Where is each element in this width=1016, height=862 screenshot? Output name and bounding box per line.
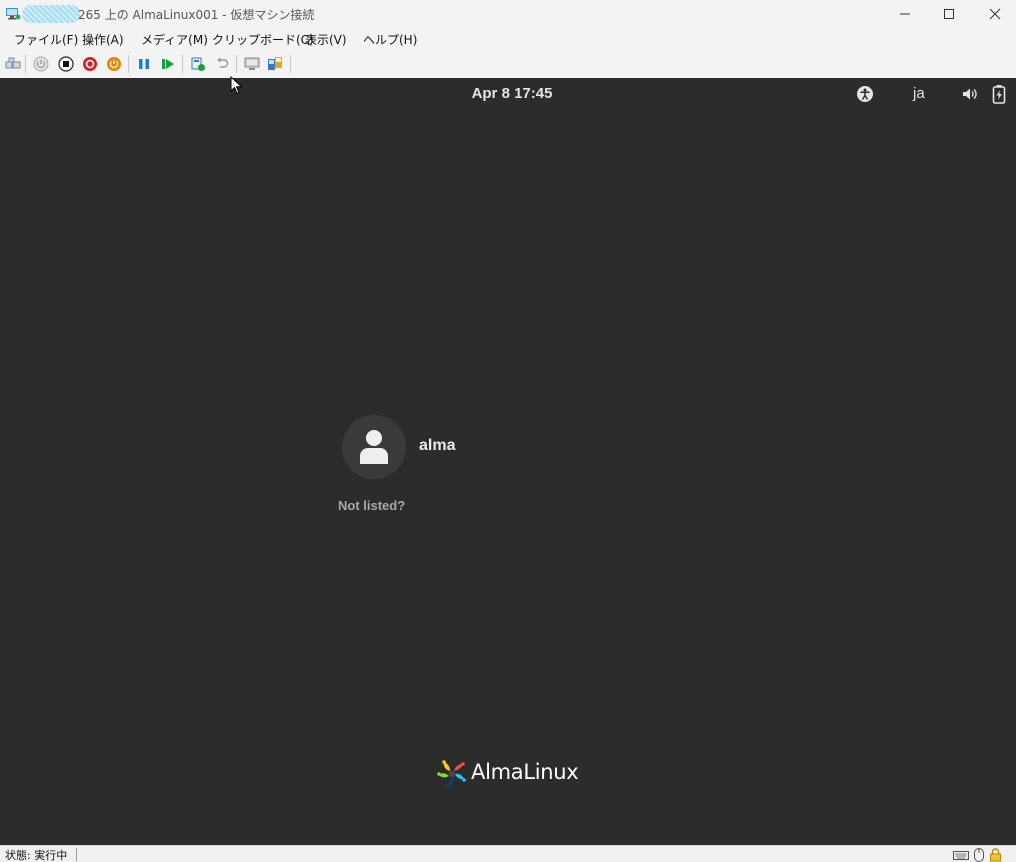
basic-session-icon[interactable] (266, 55, 284, 73)
redacted-host-name (22, 5, 80, 23)
toolbar-separator (25, 55, 26, 73)
accessibility-icon[interactable] (856, 85, 874, 107)
vm-status-text: 状態: 実行中 (5, 849, 68, 862)
enhanced-session-icon[interactable] (243, 55, 261, 73)
status-separator (76, 848, 77, 861)
shut-down-icon[interactable] (81, 55, 99, 73)
minimize-icon (900, 13, 910, 15)
not-listed-link[interactable]: Not listed? (338, 498, 405, 513)
vm-screen[interactable]: Apr 8 17:45 ja alma Not listed? AlmaLinu… (0, 78, 1016, 845)
maximize-button[interactable] (926, 0, 972, 28)
ctrl-alt-del-icon[interactable] (4, 55, 22, 73)
start-icon[interactable] (32, 55, 50, 73)
menu-clipboard[interactable]: クリップボード(C) (212, 31, 314, 48)
gnome-top-bar: Apr 8 17:45 ja (0, 78, 1016, 110)
toolbar-separator (128, 55, 129, 73)
window-title: 265 上の AlmaLinux001 - 仮想マシン接続 (78, 8, 315, 22)
keyboard-language-indicator[interactable]: ja (913, 85, 925, 102)
revert-icon[interactable] (213, 55, 231, 73)
save-state-icon[interactable] (105, 55, 123, 73)
user-avatar[interactable] (342, 415, 406, 479)
menu-action[interactable]: 操作(A) (82, 31, 124, 48)
title-bar: 265 上の AlmaLinux001 - 仮想マシン接続 (0, 0, 1016, 28)
mouse-pointer-icon (230, 75, 244, 100)
resume-icon[interactable] (159, 55, 177, 73)
toolbar-separator (290, 55, 291, 73)
pause-icon[interactable] (135, 55, 153, 73)
almalinux-logo-icon (436, 758, 468, 790)
menu-help[interactable]: ヘルプ(H) (363, 31, 417, 48)
status-bar: 状態: 実行中 (0, 845, 1016, 862)
user-name[interactable]: alma (419, 437, 455, 455)
almalinux-brand-text: AlmaLinux (471, 760, 579, 784)
battery-charging-icon[interactable] (992, 84, 1006, 108)
close-icon (989, 8, 1001, 20)
toolbar-separator (236, 55, 237, 73)
mouse-icon (974, 847, 984, 862)
minimize-button[interactable] (882, 0, 928, 28)
lock-icon (989, 847, 1002, 862)
user-icon (360, 430, 388, 464)
vm-connect-app-icon (5, 6, 21, 22)
checkpoint-icon[interactable] (189, 55, 207, 73)
menu-media[interactable]: メディア(M) (141, 31, 208, 48)
menu-bar: ファイル(F) 操作(A) メディア(M) クリップボード(C) 表示(V) ヘ… (0, 28, 1016, 50)
turn-off-icon[interactable] (57, 55, 75, 73)
keyboard-icon (953, 847, 969, 862)
toolbar (0, 50, 1016, 78)
close-button[interactable] (972, 0, 1016, 28)
menu-file[interactable]: ファイル(F) (14, 31, 78, 48)
maximize-icon (944, 9, 954, 19)
toolbar-separator (182, 55, 183, 73)
volume-icon[interactable] (961, 85, 979, 107)
menu-view[interactable]: 表示(V) (305, 31, 347, 48)
